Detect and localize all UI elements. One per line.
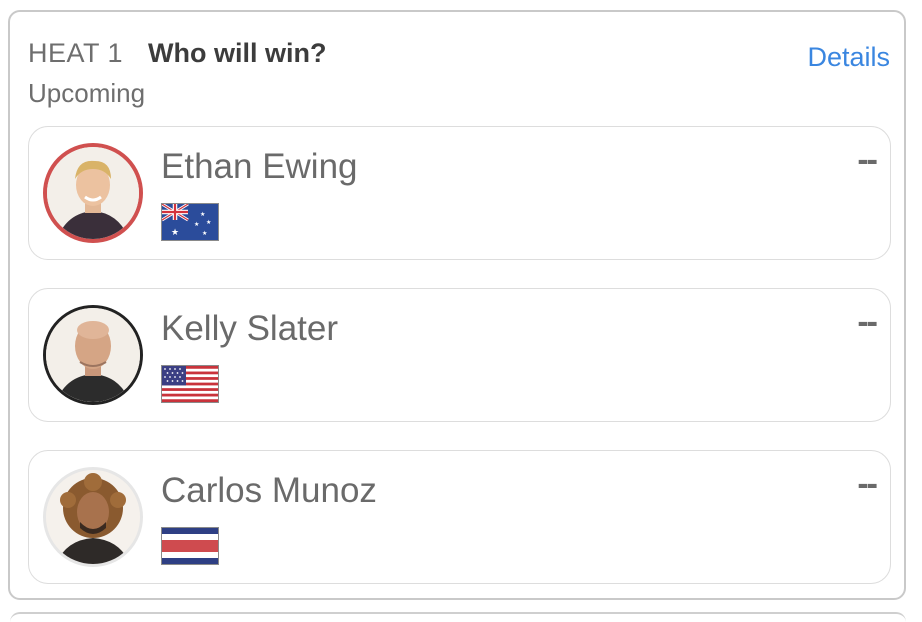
australia-flag-icon: ★ ★ ★ ★ ★	[161, 203, 219, 241]
usa-flag-icon	[161, 365, 219, 403]
surfer-score: --	[857, 141, 878, 179]
svg-text:★: ★	[206, 219, 211, 226]
svg-text:★: ★	[200, 211, 205, 218]
svg-text:★: ★	[194, 221, 199, 228]
surfer-row-carlos-munoz[interactable]: Carlos Munoz --	[28, 450, 891, 584]
avatar	[43, 305, 143, 405]
details-link[interactable]: Details	[807, 42, 890, 73]
svg-text:★: ★	[171, 228, 179, 238]
costa-rica-flag-icon	[161, 527, 219, 565]
heat-label: HEAT 1	[28, 38, 124, 68]
surfer-row-kelly-slater[interactable]: Kelly Slater --	[28, 288, 891, 422]
next-card-edge	[10, 612, 906, 622]
heat-status: Upcoming	[28, 78, 146, 108]
heat-card: HEAT 1 Who will win? Upcoming Details Et…	[8, 10, 906, 600]
surfer-name: Kelly Slater	[161, 309, 339, 348]
surfer-row-ethan-ewing[interactable]: Ethan Ewing ★ ★ ★ ★ ★ --	[28, 126, 891, 260]
avatar	[43, 467, 143, 567]
surfer-name: Ethan Ewing	[161, 147, 358, 186]
svg-text:★: ★	[202, 230, 207, 237]
surfer-score: --	[857, 303, 878, 341]
surfer-score: --	[857, 465, 878, 503]
surfer-name: Carlos Munoz	[161, 471, 377, 510]
avatar	[43, 143, 143, 243]
heat-question: Who will win?	[148, 38, 327, 68]
